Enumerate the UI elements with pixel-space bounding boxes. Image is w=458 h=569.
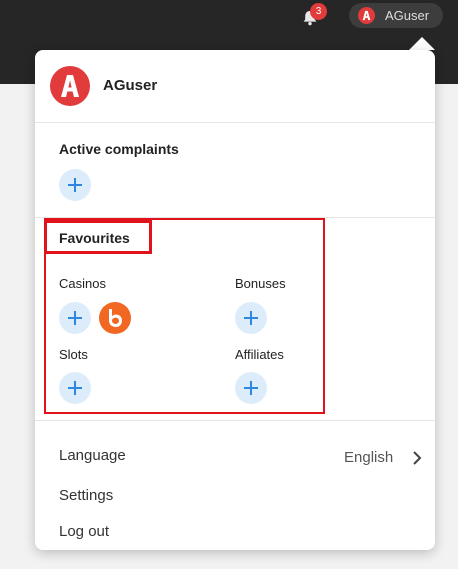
divider <box>35 420 435 421</box>
notification-count-badge: 3 <box>310 3 327 20</box>
add-casino-button[interactable] <box>59 302 91 334</box>
bonuses-label: Bonuses <box>235 276 286 291</box>
divider <box>35 122 435 123</box>
user-menu-button[interactable]: AGuser <box>349 3 443 28</box>
add-bonus-button[interactable] <box>235 302 267 334</box>
favourites-title: Favourites <box>59 230 130 246</box>
add-affiliate-button[interactable] <box>235 372 267 404</box>
user-dropdown-menu: AGuser Active complaints Favourites Casi… <box>35 50 435 550</box>
askgamblers-logo-icon <box>358 7 375 24</box>
language-menu-item[interactable]: Language <box>59 447 126 464</box>
favourite-casino-logo[interactable] <box>99 302 131 334</box>
active-complaints-title: Active complaints <box>59 141 179 157</box>
logout-menu-item[interactable]: Log out <box>59 523 109 540</box>
selected-language[interactable]: English <box>344 449 393 466</box>
dropdown-caret <box>409 37 435 50</box>
askgamblers-logo-icon <box>50 66 90 106</box>
header-username: AGuser <box>385 8 430 23</box>
b-casino-logo-icon <box>109 309 122 327</box>
add-complaint-button[interactable] <box>59 169 91 201</box>
slots-label: Slots <box>59 347 88 362</box>
casinos-label: Casinos <box>59 276 106 291</box>
chevron-right-icon[interactable] <box>411 450 423 466</box>
profile-username[interactable]: AGuser <box>103 77 157 94</box>
settings-menu-item[interactable]: Settings <box>59 487 113 504</box>
add-slot-button[interactable] <box>59 372 91 404</box>
affiliates-label: Affiliates <box>235 347 284 362</box>
